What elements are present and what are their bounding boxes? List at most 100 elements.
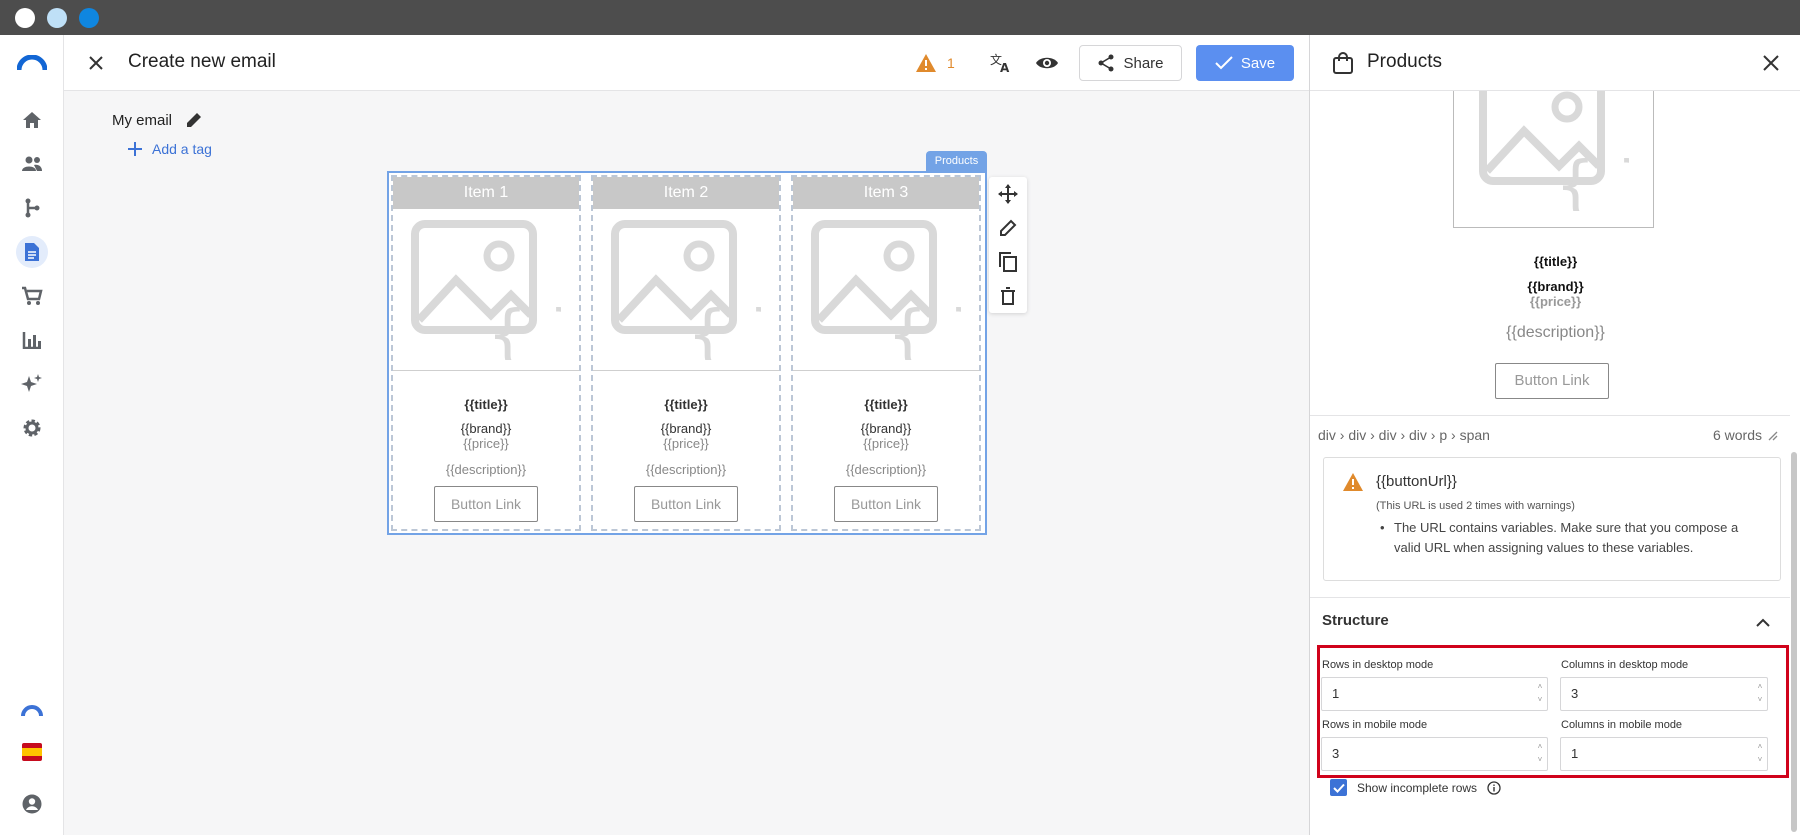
columns-desktop-label: Columns in desktop mode <box>1561 659 1689 671</box>
warning-icon <box>916 54 936 72</box>
document-icon[interactable] <box>16 236 48 268</box>
window-maximize-dot[interactable] <box>79 8 99 28</box>
page-title: Create new email <box>128 51 276 72</box>
edit-name-icon[interactable] <box>184 110 204 130</box>
add-tag-button[interactable]: Add a tag <box>128 141 212 157</box>
item-title: {{title}} <box>464 397 508 412</box>
structure-section-header[interactable]: Structure <box>1310 597 1790 645</box>
chart-icon[interactable] <box>16 324 48 356</box>
flow-icon[interactable] <box>16 192 48 224</box>
delete-icon[interactable] <box>998 286 1018 306</box>
incomplete-rows-checkbox[interactable] <box>1330 779 1347 796</box>
cart-icon[interactable] <box>16 280 48 312</box>
share-icon <box>1098 54 1114 72</box>
image-variable-icon: { } <box>811 219 961 360</box>
plus-icon <box>128 142 142 156</box>
panel-title: Products <box>1367 51 1442 72</box>
close-icon[interactable] <box>84 51 108 75</box>
left-nav-rail <box>0 35 64 835</box>
os-title-bar <box>0 0 1800 35</box>
share-button[interactable]: Share <box>1079 45 1182 81</box>
svg-text:{ }: { } <box>887 298 961 360</box>
save-label: Save <box>1240 54 1276 72</box>
info-icon[interactable] <box>1487 780 1501 795</box>
user-icon[interactable] <box>16 788 48 820</box>
window-close-dot[interactable] <box>15 8 35 28</box>
preview-button-link[interactable]: Button Link <box>1495 363 1609 399</box>
item-price: {{price}} <box>863 436 909 451</box>
breadcrumb[interactable]: div › div › div › div › p › span <box>1318 427 1490 443</box>
product-image-placeholder: { } <box>793 209 979 371</box>
warning-icon <box>1343 473 1363 491</box>
item-price: {{price}} <box>463 436 509 451</box>
panel-scrollbar[interactable] <box>1791 452 1797 832</box>
window-minimize-dot[interactable] <box>47 8 67 28</box>
structure-title: Structure <box>1322 612 1389 629</box>
columns-desktop-value: 3 <box>1571 686 1579 701</box>
preview-price: {{price}} <box>1529 294 1582 309</box>
item-description: {{description}} <box>445 462 527 477</box>
add-tag-label: Add a tag <box>152 141 212 157</box>
columns-mobile-label: Columns in mobile mode <box>1561 719 1683 731</box>
settings-icon[interactable] <box>16 412 48 444</box>
incomplete-rows-label: Show incomplete rows <box>1357 780 1478 795</box>
check-icon <box>1332 783 1345 793</box>
product-item[interactable]: Item 1 { } {{title}} {{brand}} {{price}}… <box>391 175 581 531</box>
product-item[interactable]: Item 3 { } {{title}} {{brand}} {{price}}… <box>791 175 981 531</box>
check-icon <box>1215 56 1233 70</box>
flag-es-icon[interactable] <box>16 736 48 768</box>
element-path-bar: div › div › div › div › p › span 6 words <box>1310 415 1790 453</box>
translate-icon[interactable]: 文A <box>988 50 1014 76</box>
move-icon[interactable] <box>998 184 1018 204</box>
columns-desktop-input[interactable]: 3 ˄ ˅ <box>1560 677 1768 711</box>
rows-desktop-label: Rows in desktop mode <box>1322 659 1434 671</box>
email-name: My email <box>112 110 204 130</box>
logo-icon[interactable] <box>16 47 48 79</box>
preview-eye-icon[interactable] <box>1034 50 1060 76</box>
product-item[interactable]: Item 2 { } {{title}} {{brand}} {{price}}… <box>591 175 781 531</box>
columns-mobile-input[interactable]: 1 ˄ ˅ <box>1560 737 1768 771</box>
item-button-link[interactable]: Button Link <box>634 486 738 522</box>
item-button-link[interactable]: Button Link <box>834 486 938 522</box>
editor-header: Create new email 1 文A Share Save <box>64 35 1309 91</box>
image-variable-icon: { } <box>411 219 561 360</box>
panel-header: Products <box>1310 35 1800 91</box>
edit-icon[interactable] <box>998 218 1018 238</box>
save-button[interactable]: Save <box>1196 45 1294 81</box>
sparkle-icon[interactable] <box>16 368 48 400</box>
chevron-up-icon[interactable] <box>1756 618 1770 627</box>
item-brand: {{brand}} <box>860 421 912 436</box>
show-incomplete-rows[interactable]: Show incomplete rows <box>1330 779 1501 796</box>
item-brand: {{brand}} <box>660 421 712 436</box>
item-description: {{description}} <box>645 462 727 477</box>
columns-mobile-value: 1 <box>1571 746 1579 761</box>
item-button-link[interactable]: Button Link <box>434 486 538 522</box>
number-spinner[interactable]: ˄ ˅ <box>1755 740 1765 768</box>
number-spinner[interactable]: ˄ ˅ <box>1535 680 1545 708</box>
preview-image-placeholder: { } <box>1453 85 1654 228</box>
warning-heading: {{buttonUrl}} <box>1376 473 1457 490</box>
preview-title: {{title}} <box>1533 254 1578 269</box>
rows-mobile-input[interactable]: 3 ˄ ˅ <box>1321 737 1548 771</box>
block-type-tag: Products <box>926 151 987 171</box>
products-block[interactable]: Item 1 { } {{title}} {{brand}} {{price}}… <box>387 171 987 535</box>
home-icon[interactable] <box>16 104 48 136</box>
product-image-placeholder: { } <box>393 209 579 371</box>
email-name-label: My email <box>112 111 173 129</box>
rows-desktop-input[interactable]: 1 ˄ ˅ <box>1321 677 1548 711</box>
duplicate-icon[interactable] <box>998 252 1018 272</box>
item-title: {{title}} <box>664 397 708 412</box>
number-spinner[interactable]: ˄ ˅ <box>1755 680 1765 708</box>
resize-handle-icon[interactable] <box>1768 431 1778 441</box>
contacts-icon[interactable] <box>16 148 48 180</box>
brand-icon[interactable] <box>16 696 48 728</box>
products-panel: { } {{title}} {{brand}} {{price}} {{desc… <box>1309 35 1800 835</box>
warning-subtext: (This URL is used 2 times with warnings) <box>1376 500 1575 512</box>
close-panel-icon[interactable] <box>1763 55 1779 71</box>
svg-text:{ }: { } <box>487 298 561 360</box>
shopping-bag-icon <box>1333 52 1353 74</box>
number-spinner[interactable]: ˄ ˅ <box>1535 740 1545 768</box>
warnings-indicator[interactable]: 1 <box>915 51 955 75</box>
warning-message: The URL contains variables. Make sure th… <box>1380 518 1764 558</box>
rows-mobile-value: 3 <box>1332 746 1340 761</box>
